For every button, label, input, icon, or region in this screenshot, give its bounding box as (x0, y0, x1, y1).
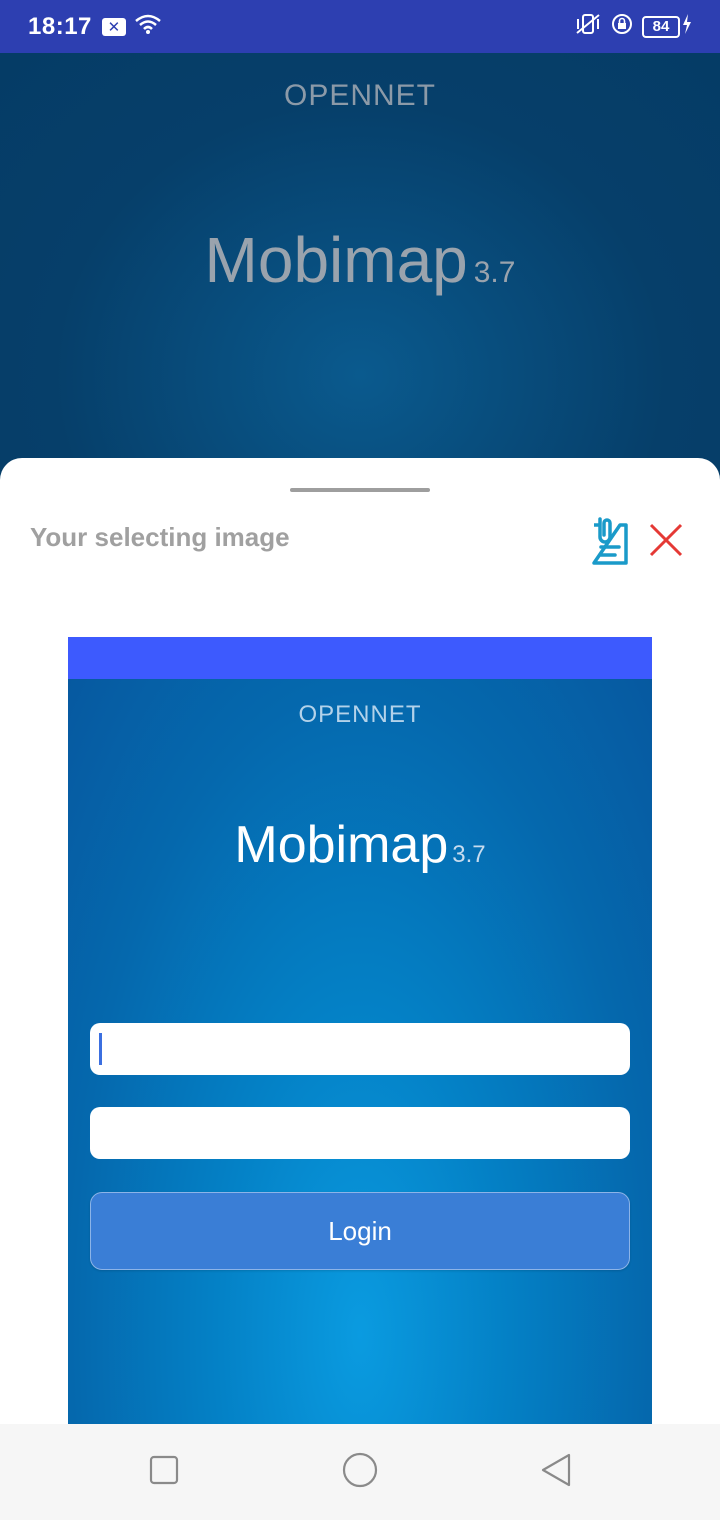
notification-x-icon: ✕ (101, 17, 126, 36)
preview-app-title: Mobimap 3.7 (68, 815, 652, 875)
background-app-version: 3.7 (473, 256, 516, 289)
attach-button[interactable] (586, 516, 634, 570)
selected-image-preview: OPENNET Mobimap 3.7 Login (68, 637, 652, 1424)
status-right-icons: 84 (574, 12, 692, 41)
close-button[interactable] (644, 520, 688, 564)
text-caret (99, 1033, 102, 1065)
sheet-title: Your selecting image (30, 522, 290, 552)
recents-button[interactable] (140, 1448, 188, 1496)
home-button[interactable] (336, 1448, 384, 1496)
background-app-screen: OPENNET Mobimap 3.7 (0, 53, 720, 513)
close-icon (648, 522, 684, 563)
circle-icon (341, 1451, 379, 1494)
battery-indicator: 84 (642, 14, 692, 39)
battery-level: 84 (642, 15, 680, 38)
wifi-icon (134, 13, 162, 40)
triangle-back-icon (539, 1452, 573, 1493)
navigation-bar (0, 1424, 720, 1520)
preview-brand: OPENNET (298, 701, 422, 728)
rotation-lock-icon (610, 12, 634, 41)
background-app-name: Mobimap (204, 224, 468, 296)
background-brand: OPENNET (283, 79, 437, 112)
preview-status-bar (68, 637, 652, 679)
preview-username-field (90, 1023, 630, 1075)
preview-app-version: 3.7 (452, 841, 486, 868)
vibrate-icon (574, 12, 602, 41)
clipboard-icon (588, 515, 632, 572)
preview-login-screen: OPENNET Mobimap 3.7 Login (68, 679, 652, 1424)
back-button[interactable] (532, 1448, 580, 1496)
preview-password-field (90, 1107, 630, 1159)
status-time: 18:17 (28, 12, 92, 40)
status-bar: 18:17 ✕ 84 (0, 0, 720, 53)
preview-login-button: Login (90, 1192, 630, 1270)
image-selection-sheet: Your selecting image OPENNET Mobimap3.7 (0, 458, 720, 1424)
preview-app-name: Mobimap (234, 816, 449, 874)
background-app-title: Mobimap 3.7 (0, 223, 720, 297)
square-icon (148, 1454, 180, 1491)
status-notification-icons: ✕ (101, 13, 162, 40)
drag-handle[interactable] (290, 488, 430, 492)
charging-icon (682, 14, 692, 39)
